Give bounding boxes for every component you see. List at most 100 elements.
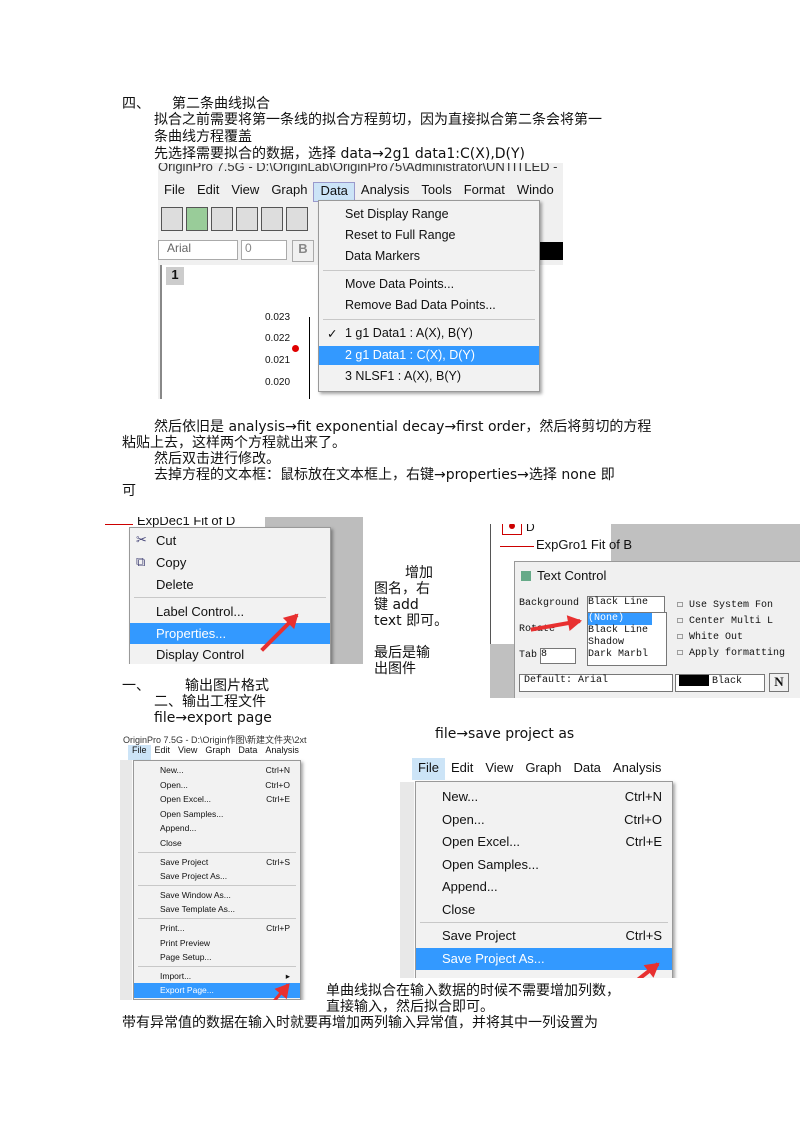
menu-item-display-control[interactable]: Display Control — [130, 647, 330, 662]
color-select[interactable]: Black — [675, 674, 765, 692]
menu-item-close[interactable]: Close — [416, 899, 672, 922]
font-select[interactable]: Arial — [158, 240, 238, 260]
paragraph: 带有异常值的数据在输入时就要再增加两列输入异常值，并将其中一列设置为 — [122, 1015, 598, 1031]
toolbar-button-icon[interactable] — [186, 207, 208, 231]
option-shadow[interactable]: Shadow — [588, 637, 666, 649]
menu-item-append[interactable]: Append... — [134, 821, 300, 836]
menu-item-save-project-as[interactable]: Save Project As... — [134, 869, 300, 884]
options-checkboxes: ☐ Use System Fon ☐ Center Multi L ☐ Whit… — [677, 598, 785, 662]
color-swatch[interactable] — [538, 242, 563, 260]
menu-item-label: Open... — [442, 811, 485, 827]
menu-item-open-excel[interactable]: Open Excel... Ctrl+E — [416, 831, 672, 854]
menu-item-open-excel[interactable]: Open Excel... Ctrl+E — [134, 792, 300, 807]
checkbox-use-system-font[interactable]: ☐ Use System Fon — [677, 598, 785, 614]
option-none[interactable]: (None) — [588, 613, 652, 625]
font-select[interactable]: Default: Arial — [519, 674, 673, 692]
section-number: 四、 — [122, 96, 150, 112]
text-control-dialog: Text Control Background Black Line Rotat… — [514, 561, 800, 698]
section-number: 一、 — [122, 678, 150, 694]
menu-data[interactable]: Data — [313, 182, 355, 202]
menu-item-label: New... — [160, 765, 184, 775]
menu-separator — [134, 597, 326, 598]
checkbox-white-out[interactable]: ☐ White Out — [677, 630, 785, 646]
menu-item-set-display-range[interactable]: Set Display Range — [319, 207, 539, 221]
toolbar-button-icon[interactable] — [261, 207, 283, 231]
menu-analysis[interactable]: Analysis — [261, 745, 303, 760]
menu-item-save-project[interactable]: Save Project Ctrl+S — [416, 925, 672, 948]
toolbar-button-icon[interactable] — [161, 207, 183, 231]
menu-item-label: Open Excel... — [442, 834, 521, 849]
menu-item-print-preview[interactable]: Print Preview — [134, 936, 300, 951]
menu-graph[interactable]: Graph — [519, 758, 567, 780]
background-select[interactable]: Black Line — [587, 596, 665, 613]
toolbar-button-icon[interactable] — [211, 207, 233, 231]
menu-item-import[interactable]: Import... ▸ — [134, 969, 300, 984]
menu-item-new[interactable]: New... Ctrl+N — [416, 786, 672, 809]
menu-item-dataset-1[interactable]: 1 g1 Data1 : A(X), B(Y) — [319, 326, 539, 340]
tab-label: Tab — [519, 650, 538, 661]
menu-tools[interactable]: Tools — [415, 182, 457, 202]
menu-item-open[interactable]: Open... Ctrl+O — [416, 809, 672, 832]
menu-item-print[interactable]: Print... Ctrl+P — [134, 921, 300, 936]
menu-graph[interactable]: Graph — [265, 182, 313, 202]
menu-item-open-samples[interactable]: Open Samples... — [134, 807, 300, 822]
note-text: 键 add — [374, 597, 419, 613]
menu-item-append[interactable]: Append... — [416, 876, 672, 899]
normal-button[interactable]: N — [769, 673, 789, 692]
menu-view[interactable]: View — [479, 758, 519, 780]
menu-item-properties[interactable]: Properties... — [130, 623, 330, 644]
menu-item-dataset-3[interactable]: 3 NLSF1 : A(X), B(Y) — [319, 369, 539, 383]
menu-data[interactable]: Data — [234, 745, 261, 760]
y-axis — [309, 317, 310, 399]
menu-data[interactable]: Data — [567, 758, 606, 780]
option-dark-marble[interactable]: Dark Marbl — [588, 649, 666, 661]
toolbar-button-icon[interactable] — [286, 207, 308, 231]
menu-item-open[interactable]: Open... Ctrl+O — [134, 778, 300, 793]
menu-graph[interactable]: Graph — [201, 745, 234, 760]
toolbar-button-icon[interactable] — [236, 207, 258, 231]
checkbox-apply-formatting[interactable]: ☐ Apply formatting — [677, 646, 785, 662]
menu-item-save-project-as[interactable]: Save Project As... — [416, 947, 672, 970]
legend-label: D — [526, 524, 535, 534]
menu-format[interactable]: Format — [458, 182, 511, 202]
menu-item-remove-bad-points[interactable]: Remove Bad Data Points... — [319, 298, 539, 312]
toolbar — [161, 207, 311, 233]
menu-item-reset-full-range[interactable]: Reset to Full Range — [319, 228, 539, 242]
menu-edit[interactable]: Edit — [445, 758, 479, 780]
menu-file[interactable]: File — [412, 758, 445, 780]
menu-file[interactable]: File — [128, 745, 151, 760]
checkbox-center-multi-line[interactable]: ☐ Center Multi L — [677, 614, 785, 630]
menu-file[interactable]: File — [158, 182, 191, 202]
menu-view[interactable]: View — [174, 745, 201, 760]
bold-button[interactable]: B — [292, 240, 314, 262]
menu-item-close[interactable]: Close — [134, 836, 300, 851]
menu-item-label: Import... — [160, 970, 192, 981]
menu-edit[interactable]: Edit — [151, 745, 175, 760]
option-black-line[interactable]: Black Line — [588, 625, 666, 637]
layer-tab[interactable]: 1 — [166, 267, 184, 285]
menu-item-save-window-as[interactable]: Save Window As... — [134, 888, 300, 903]
menu-analysis[interactable]: Analysis — [607, 758, 667, 780]
menu-item-copy[interactable]: Copy — [130, 555, 330, 570]
menu-edit[interactable]: Edit — [191, 182, 225, 202]
menu-view[interactable]: View — [225, 182, 265, 202]
menu-item-delete[interactable]: Delete — [130, 577, 330, 592]
menu-item-save-template-as[interactable]: Save Template As... — [134, 902, 300, 917]
menu-item-cut[interactable]: Cut — [130, 533, 330, 548]
menu-analysis[interactable]: Analysis — [355, 182, 415, 202]
y-tick-label: 0.022 — [265, 333, 291, 344]
section-title: 输出图片格式 — [185, 678, 269, 694]
tab-spinner[interactable]: 8 — [540, 648, 576, 664]
menu-item-data-markers[interactable]: Data Markers — [319, 249, 539, 263]
menu-item-new[interactable]: New... Ctrl+N — [134, 763, 300, 778]
menu-item-dataset-2[interactable]: 2 g1 Data1 : C(X), D(Y) — [319, 346, 539, 365]
menu-item-open-samples[interactable]: Open Samples... — [416, 854, 672, 877]
menu-item-label: New... — [442, 789, 479, 804]
save-project-as-screenshot: File Edit View Graph Data Analysis New..… — [400, 748, 696, 978]
menu-window[interactable]: Windo — [511, 182, 560, 202]
menu-item-page-setup[interactable]: Page Setup... — [134, 950, 300, 965]
menu-item-save-project[interactable]: Save Project Ctrl+S — [134, 855, 300, 870]
font-size-select[interactable]: 0 — [241, 240, 287, 260]
menu-item-move-data-points[interactable]: Move Data Points... — [319, 277, 539, 291]
menu-item-label: Open Samples... — [442, 856, 539, 872]
